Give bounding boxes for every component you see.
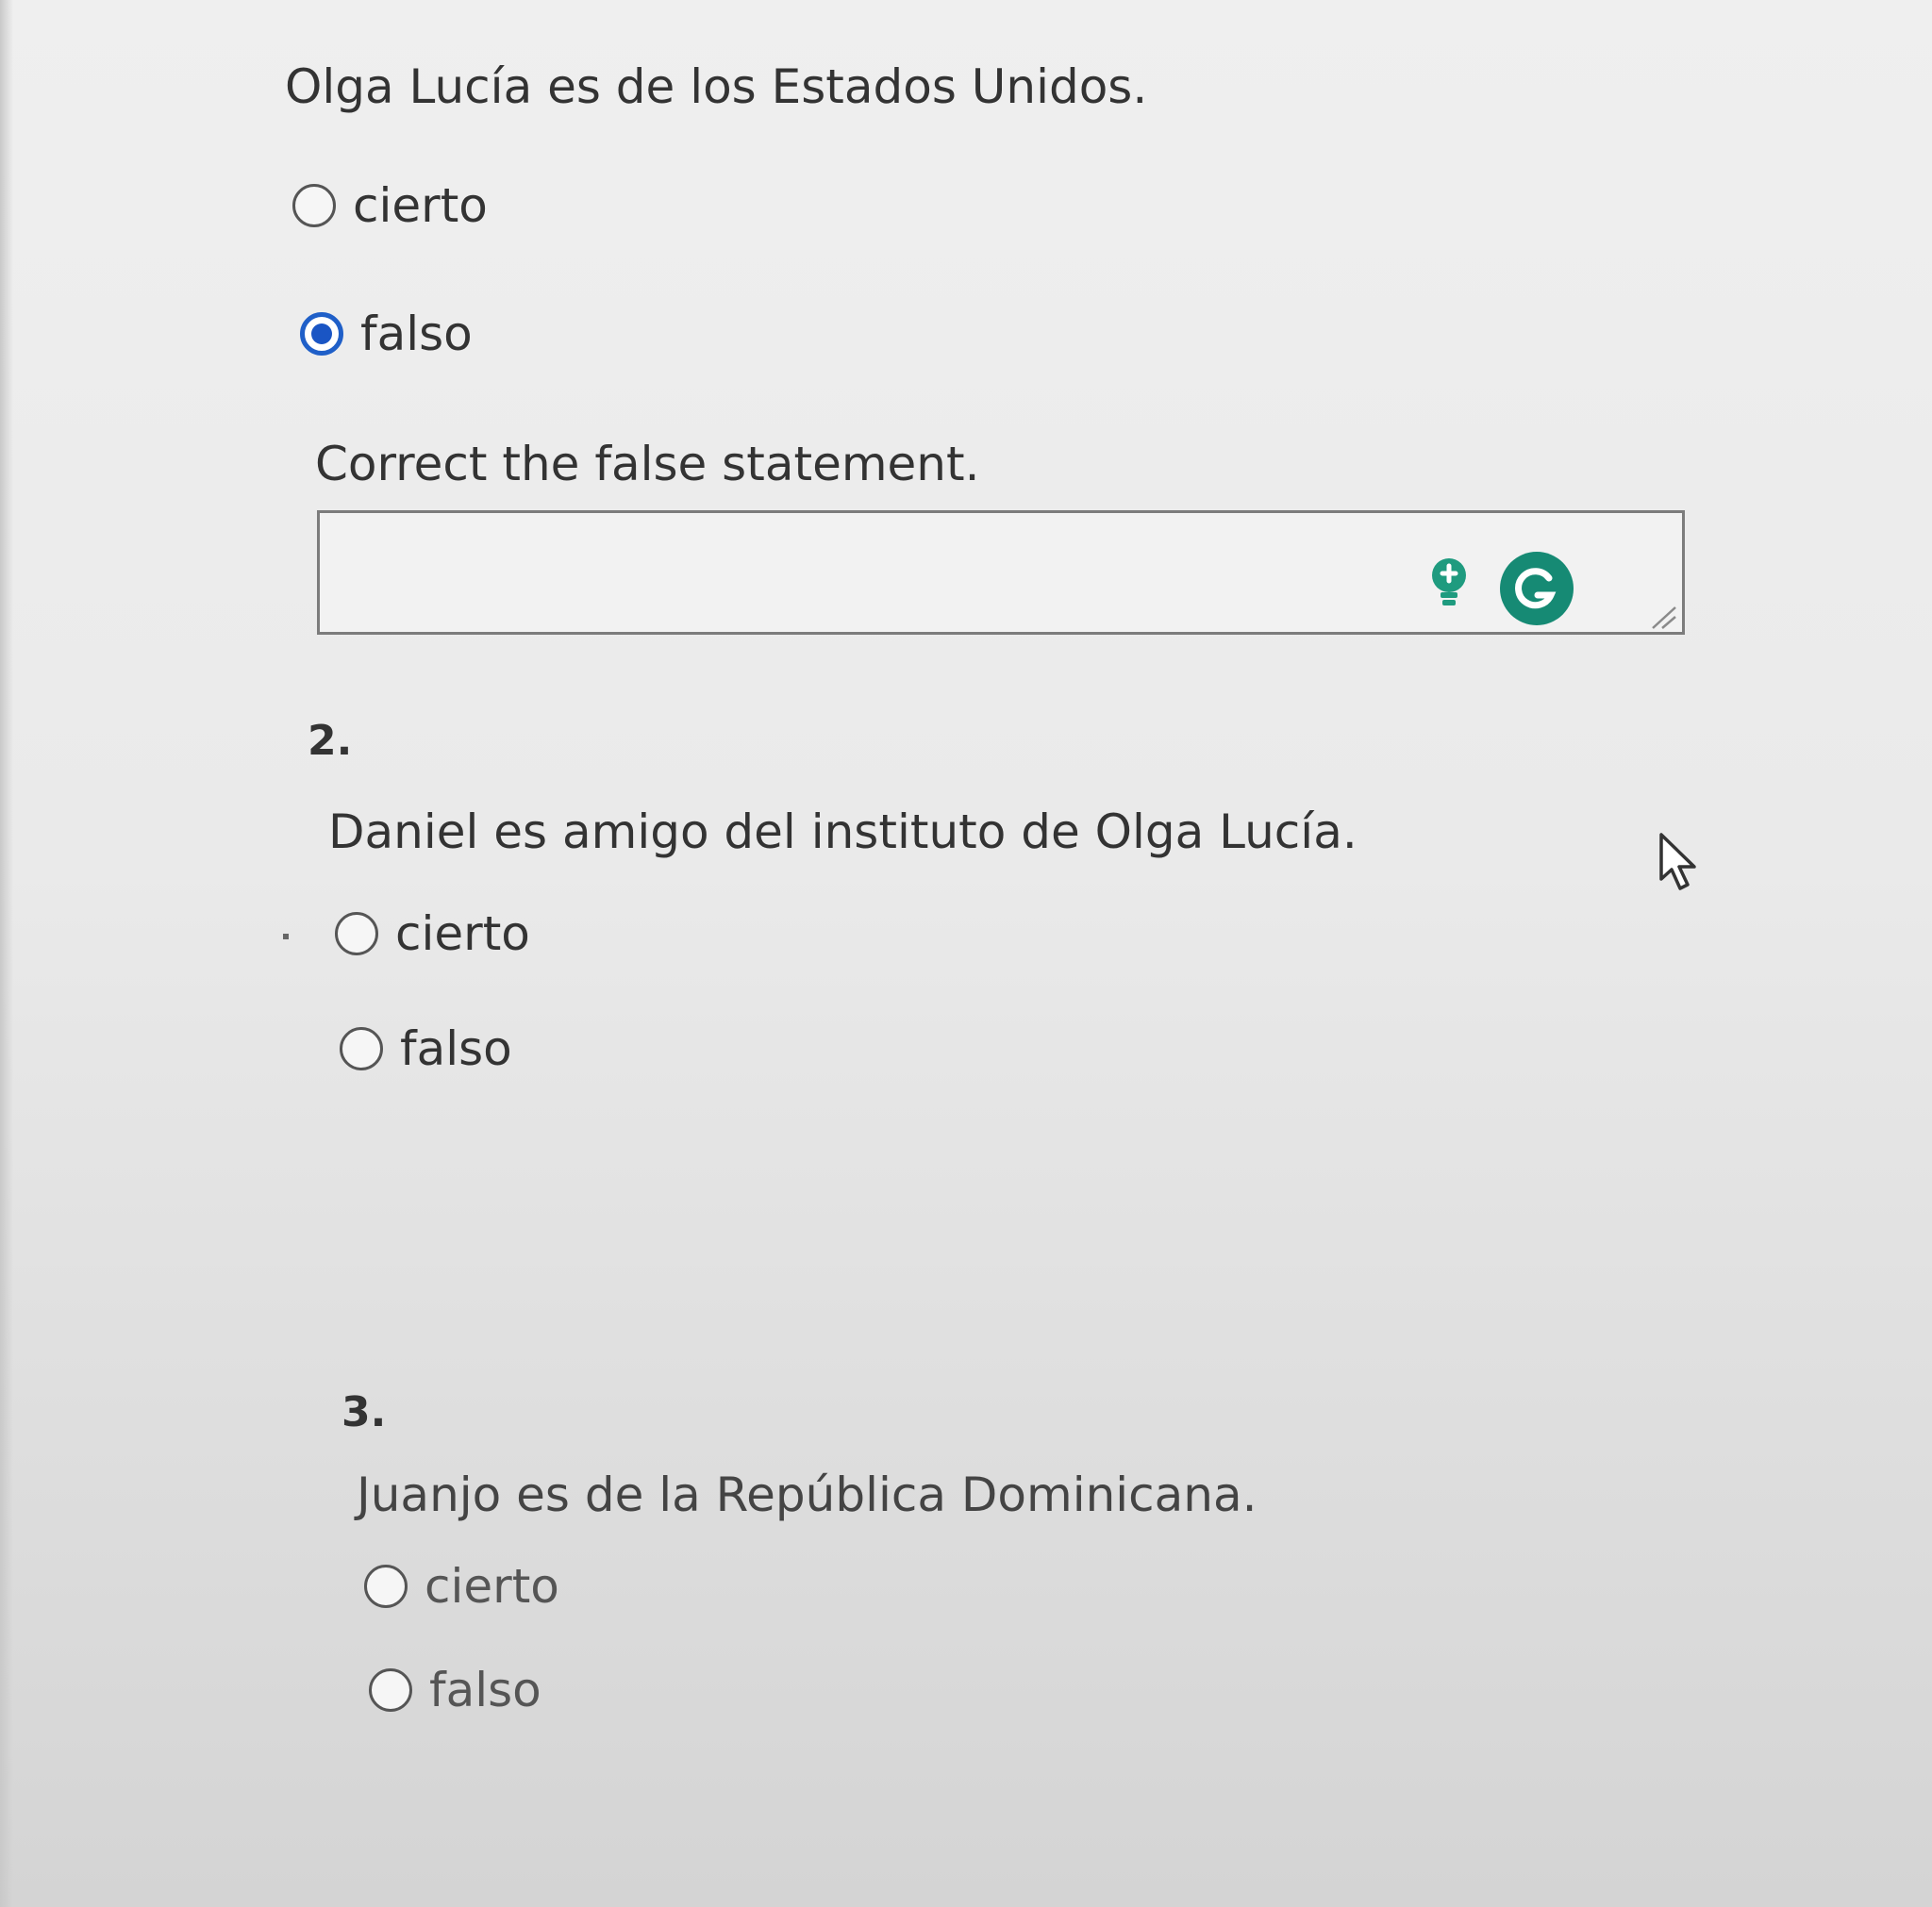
question1-option-cierto[interactable]: cierto	[292, 177, 488, 234]
question2-option-cierto-label: cierto	[395, 906, 530, 961]
question2-option-cierto[interactable]: cierto	[335, 905, 530, 962]
question1-option-falso-label: falso	[360, 307, 473, 361]
question1-option-cierto-label: cierto	[353, 178, 488, 233]
correction-textbox[interactable]	[317, 510, 1685, 635]
question2-text: Daniel es amigo del instituto de Olga Lu…	[328, 804, 1357, 859]
lightbulb-icon[interactable]	[1427, 556, 1471, 613]
question3-radio-cierto[interactable]	[364, 1565, 408, 1608]
question3-radio-falso[interactable]	[369, 1668, 412, 1712]
bullet-dot	[283, 934, 289, 939]
question2-radio-falso[interactable]	[340, 1027, 383, 1070]
question2-radio-cierto[interactable]	[335, 912, 378, 955]
question1-option-falso[interactable]: falso	[300, 306, 473, 362]
mouse-pointer-icon	[1659, 833, 1696, 890]
question2-option-falso[interactable]: falso	[340, 1020, 512, 1077]
grammarly-icon[interactable]	[1500, 552, 1574, 625]
question3-text: Juanjo es de la República Dominicana.	[357, 1468, 1257, 1522]
page: Olga Lucía es de los Estados Unidos. cie…	[0, 0, 1932, 1907]
question3-option-falso-label: falso	[429, 1663, 541, 1717]
left-edge-shadow	[0, 0, 13, 1907]
question1-radio-falso[interactable]	[300, 312, 343, 356]
question1-text: Olga Lucía es de los Estados Unidos.	[285, 59, 1148, 114]
question2-option-falso-label: falso	[400, 1021, 512, 1076]
question3-number: 3.	[341, 1388, 387, 1436]
question1-radio-cierto[interactable]	[292, 184, 336, 227]
question3-option-cierto[interactable]: cierto	[364, 1558, 559, 1615]
correction-prompt: Correct the false statement.	[315, 437, 980, 491]
question2-number: 2.	[308, 717, 353, 765]
question3-option-cierto-label: cierto	[425, 1559, 559, 1614]
resize-handle-icon[interactable]	[1649, 604, 1677, 630]
question3-option-falso[interactable]: falso	[369, 1662, 541, 1718]
